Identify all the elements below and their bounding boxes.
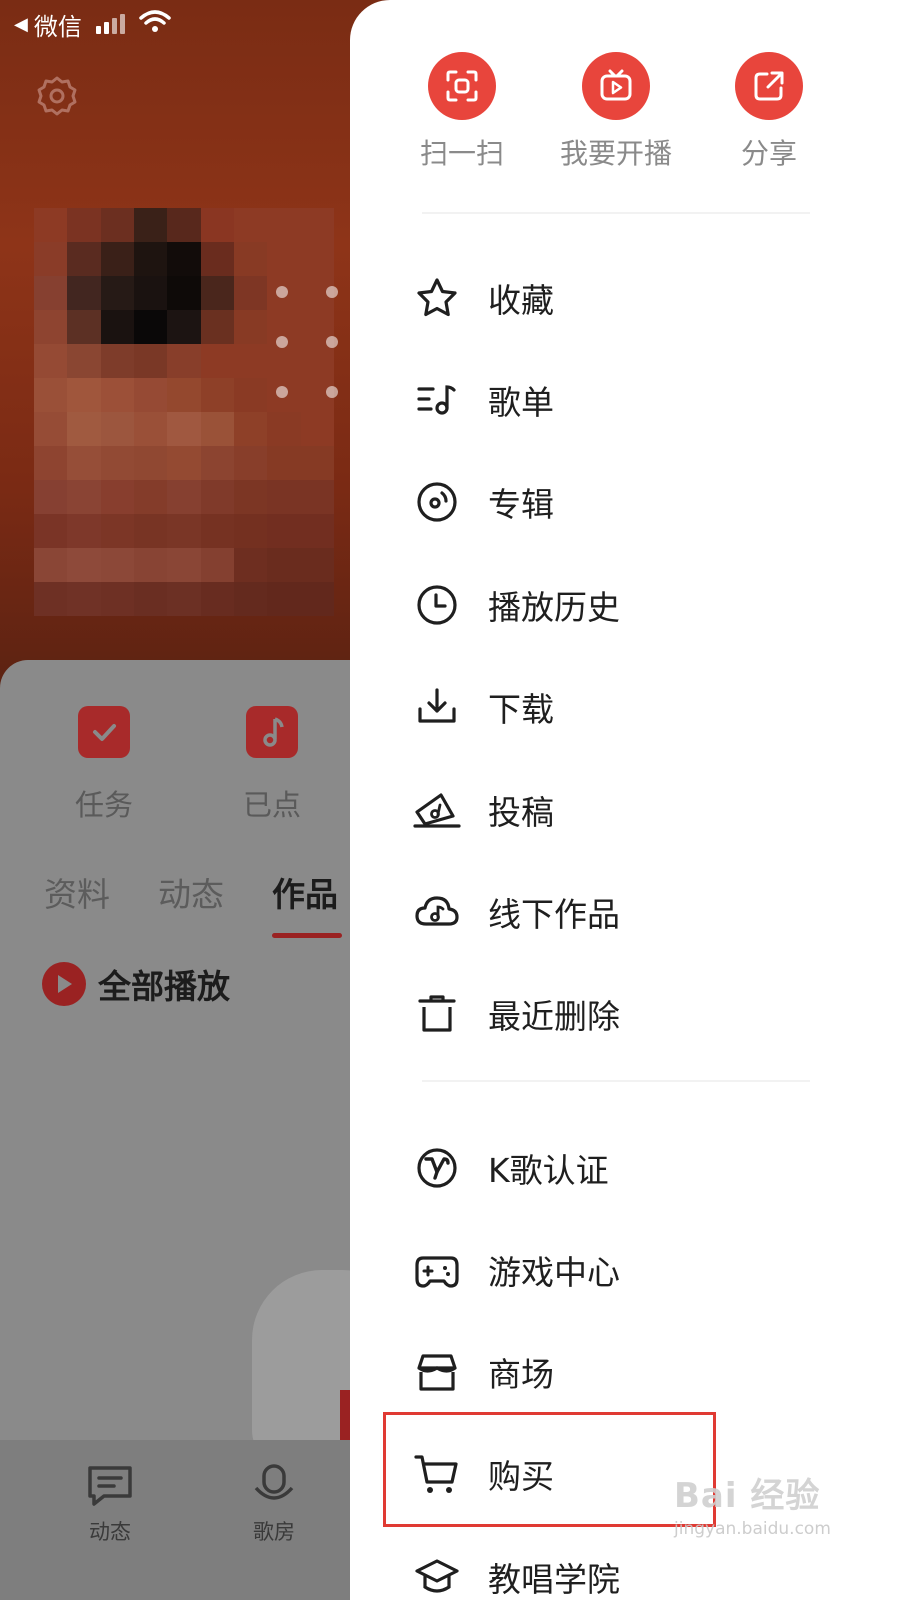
menu-item-label: 专辑 <box>488 485 554 524</box>
scan-button[interactable]: 扫一扫 <box>377 52 547 172</box>
menu-item-label: 商场 <box>488 1355 554 1394</box>
profile-tabs: 资料 动态 作品 <box>44 868 342 938</box>
quick-item-label: 任务 <box>74 788 133 822</box>
download-icon <box>412 682 462 732</box>
menu-item-label: 收藏 <box>488 281 554 320</box>
menu-item-label: 线下作品 <box>488 895 620 934</box>
menu-item-label: 游戏中心 <box>488 1253 620 1292</box>
wifi-icon <box>139 9 171 39</box>
share-icon <box>735 52 803 120</box>
side-drawer-menu: 扫一扫 我要开播 分享 收藏 歌单 专辑 播放历史 下载 投稿 线下作品 最近删… <box>350 0 900 1600</box>
album-icon <box>412 477 462 527</box>
menu-item-play-history[interactable]: 播放历史 <box>412 570 852 640</box>
drawer-top-actions: 扫一扫 我要开播 分享 <box>350 52 900 192</box>
clock-icon <box>412 580 462 630</box>
nav-label: 动态 <box>89 1520 131 1544</box>
menu-item-albums[interactable]: 专辑 <box>412 467 852 537</box>
graduation-icon <box>412 1552 462 1600</box>
message-icon <box>88 1466 132 1506</box>
tab-profile-info[interactable]: 资料 <box>44 868 110 916</box>
menu-item-recently-deleted[interactable]: 最近删除 <box>412 979 852 1049</box>
nav-item-singing-room[interactable]: 歌房 <box>214 1464 334 1546</box>
nav-item-activity[interactable]: 动态 <box>50 1464 170 1546</box>
store-icon <box>412 1347 462 1397</box>
live-tv-icon <box>582 52 650 120</box>
play-all-button[interactable]: 全部播放 <box>42 960 230 1008</box>
playlist-icon <box>412 375 462 425</box>
menu-item-label: 播放历史 <box>488 588 620 627</box>
tab-works[interactable]: 作品 <box>272 868 342 938</box>
menu-item-offline-works[interactable]: 线下作品 <box>412 877 852 947</box>
play-all-label: 全部播放 <box>98 967 230 1006</box>
submit-icon <box>412 785 462 835</box>
go-live-label: 我要开播 <box>559 137 672 170</box>
verified-v-icon <box>412 1143 462 1193</box>
menu-item-submissions[interactable]: 投稿 <box>412 775 852 845</box>
settings-gear-icon[interactable] <box>34 74 80 124</box>
back-arrow-icon[interactable]: ◀ <box>14 14 28 35</box>
microphone-icon <box>254 1464 294 1500</box>
baidu-jingyan-watermark: Bai 经验 jingyan.baidu.com <box>674 1468 874 1558</box>
quick-item-requested[interactable]: 已点 <box>212 706 332 824</box>
calendar-check-icon <box>78 706 130 758</box>
menu-item-k-song-verification[interactable]: K歌认证 <box>412 1133 852 1203</box>
decorative-dots <box>270 280 360 410</box>
menu-item-game-center[interactable]: 游戏中心 <box>412 1235 852 1305</box>
share-button[interactable]: 分享 <box>684 52 854 172</box>
scan-icon <box>428 52 496 120</box>
highlight-annotation-box <box>383 1412 716 1527</box>
menu-item-label: 投稿 <box>488 793 554 832</box>
share-label: 分享 <box>740 137 797 170</box>
menu-item-mall[interactable]: 商场 <box>412 1337 852 1407</box>
watermark-main: Bai 经验 <box>674 1476 821 1516</box>
menu-item-label: 歌单 <box>488 383 554 422</box>
quick-item-label: 已点 <box>242 788 301 822</box>
trash-icon <box>412 989 462 1039</box>
profile-quick-items: 任务 已点 <box>0 706 360 836</box>
gamepad-icon <box>412 1245 462 1295</box>
quick-item-tasks[interactable]: 任务 <box>44 706 164 824</box>
blurred-avatar <box>34 208 334 628</box>
play-icon <box>42 962 86 1006</box>
scan-label: 扫一扫 <box>419 137 504 170</box>
menu-item-favorites[interactable]: 收藏 <box>412 263 852 333</box>
menu-item-downloads[interactable]: 下载 <box>412 672 852 742</box>
cloud-music-icon <box>412 887 462 937</box>
menu-item-label: K歌认证 <box>488 1151 609 1190</box>
nav-label: 歌房 <box>253 1520 295 1544</box>
menu-item-playlists[interactable]: 歌单 <box>412 365 852 435</box>
status-bar: ◀ 微信 <box>14 4 171 44</box>
cellular-signal-icon <box>95 14 125 34</box>
watermark-sub: jingyan.baidu.com <box>674 1519 831 1539</box>
back-app-label[interactable]: 微信 <box>34 7 82 42</box>
divider <box>422 1080 810 1082</box>
menu-item-label: 教唱学院 <box>488 1560 620 1599</box>
music-note-icon <box>246 706 298 758</box>
tab-activity[interactable]: 动态 <box>158 868 224 916</box>
menu-item-label: 下载 <box>488 690 554 729</box>
go-live-button[interactable]: 我要开播 <box>531 52 701 172</box>
divider <box>422 212 810 214</box>
star-icon <box>412 273 462 323</box>
menu-item-label: 最近删除 <box>488 997 620 1036</box>
